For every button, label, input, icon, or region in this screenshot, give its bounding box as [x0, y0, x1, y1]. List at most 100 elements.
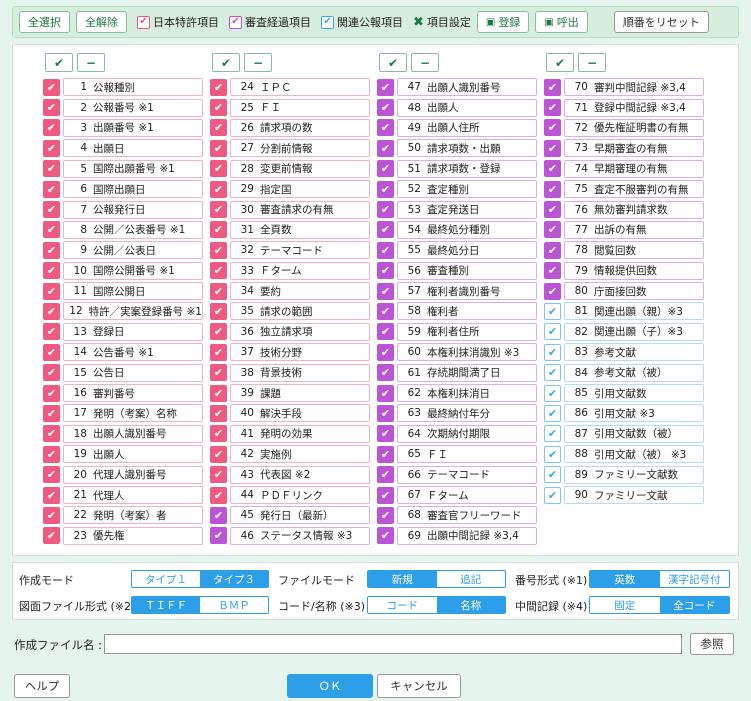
- checkbox[interactable]: ✔: [377, 323, 394, 341]
- checkbox[interactable]: ✔: [377, 119, 394, 137]
- item-row[interactable]: ✔ 53 査定発送日: [377, 199, 537, 219]
- item-row[interactable]: ✔ 85 引用文献数: [544, 383, 704, 403]
- checkbox[interactable]: ✔: [43, 282, 60, 300]
- checkbox[interactable]: ✔: [544, 364, 561, 382]
- cancel-button[interactable]: キャンセル: [377, 674, 461, 698]
- column-check-all-button[interactable]: ✔: [45, 53, 73, 72]
- checkbox[interactable]: ✔: [544, 221, 561, 239]
- checkbox[interactable]: ✔: [43, 221, 60, 239]
- checkbox[interactable]: ✔: [377, 466, 394, 484]
- item-row[interactable]: ✔ 69 出願中間記録 ※3,4: [377, 526, 537, 546]
- item-row[interactable]: ✔ 25 ＦＩ: [210, 97, 370, 117]
- browse-button[interactable]: 参照: [690, 633, 734, 655]
- item-row[interactable]: ✔ 51 請求項数・登録: [377, 159, 537, 179]
- item-row[interactable]: ✔ 52 査定種別: [377, 179, 537, 199]
- item-row[interactable]: ✔ 13 登録日: [43, 322, 203, 342]
- column-uncheck-all-button[interactable]: −: [77, 53, 105, 72]
- checkbox[interactable]: ✔: [377, 201, 394, 219]
- checkbox[interactable]: ✔: [377, 99, 394, 117]
- item-row[interactable]: ✔ 30 審査請求の有無: [210, 199, 370, 219]
- checkbox[interactable]: ✔: [544, 180, 561, 198]
- item-row[interactable]: ✔ 77 出訴の有無: [544, 220, 704, 240]
- reset-order-button[interactable]: 順番をリセット: [613, 11, 709, 33]
- checkbox[interactable]: ✔: [43, 139, 60, 157]
- item-row[interactable]: ✔ 56 審査種別: [377, 261, 537, 281]
- checkbox[interactable]: ✔: [210, 404, 227, 422]
- item-row[interactable]: ✔ 19 出願人: [43, 444, 203, 464]
- recall-button[interactable]: ▣ 呼出: [535, 11, 588, 33]
- checkbox[interactable]: ✔: [377, 221, 394, 239]
- checkbox[interactable]: ✔: [210, 506, 227, 524]
- item-row[interactable]: ✔ 11 国際公開日: [43, 281, 203, 301]
- item-row[interactable]: ✔ 2 公報番号 ※1: [43, 97, 203, 117]
- item-row[interactable]: ✔ 45 発行日（最新）: [210, 505, 370, 525]
- item-row[interactable]: ✔ 74 早期審理の有無: [544, 159, 704, 179]
- file-mode-option[interactable]: 追記: [436, 571, 505, 587]
- item-row[interactable]: ✔ 64 次期納付期限: [377, 424, 537, 444]
- item-row[interactable]: ✔ 89 ファミリー文献数: [544, 464, 704, 484]
- item-row[interactable]: ✔ 26 請求項の数: [210, 118, 370, 138]
- item-row[interactable]: ✔ 63 最終納付年分: [377, 403, 537, 423]
- item-row[interactable]: ✔ 80 庁面接回数: [544, 281, 704, 301]
- checkbox[interactable]: ✔: [43, 323, 60, 341]
- item-row[interactable]: ✔ 17 発明（考案）名称: [43, 403, 203, 423]
- checkbox[interactable]: ✔: [43, 119, 60, 137]
- checkbox[interactable]: ✔: [43, 527, 60, 545]
- item-row[interactable]: ✔ 37 技術分野: [210, 342, 370, 362]
- checkbox[interactable]: ✔: [43, 99, 60, 117]
- register-button[interactable]: ▣ 登録: [476, 11, 530, 33]
- checkbox[interactable]: ✔: [377, 527, 394, 545]
- column-uncheck-all-button[interactable]: −: [244, 53, 272, 72]
- checkbox[interactable]: ✔: [43, 486, 60, 504]
- checkbox[interactable]: ✔: [43, 78, 60, 96]
- item-row[interactable]: ✔ 1 公報種別: [43, 77, 203, 97]
- checkbox[interactable]: ✔: [377, 445, 394, 463]
- item-row[interactable]: ✔ 42 実施例: [210, 444, 370, 464]
- item-row[interactable]: ✔ 48 出願人: [377, 97, 537, 117]
- checkbox[interactable]: ✔: [43, 466, 60, 484]
- item-row[interactable]: ✔ 90 ファミリー文献: [544, 485, 704, 505]
- item-row[interactable]: ✔ 78 閲覧回数: [544, 240, 704, 260]
- item-row[interactable]: ✔ 71 登録中間記録 ※3,4: [544, 97, 704, 117]
- item-row[interactable]: ✔ 23 優先権: [43, 526, 203, 546]
- checkbox[interactable]: ✔: [377, 241, 394, 259]
- checkbox[interactable]: ✔: [210, 241, 227, 259]
- checkbox[interactable]: ✔: [210, 445, 227, 463]
- checkbox[interactable]: ✔: [377, 384, 394, 402]
- item-row[interactable]: ✔ 62 本権利抹消日: [377, 383, 537, 403]
- checkbox[interactable]: ✔: [210, 180, 227, 198]
- checkbox[interactable]: ✔: [377, 486, 394, 504]
- checkbox[interactable]: ✔: [544, 282, 561, 300]
- item-row[interactable]: ✔ 40 解決手段: [210, 403, 370, 423]
- item-row[interactable]: ✔ 34 要約: [210, 281, 370, 301]
- item-row[interactable]: ✔ 32 テーマコード: [210, 240, 370, 260]
- checkbox[interactable]: ✔: [544, 99, 561, 117]
- item-row[interactable]: ✔ 82 関連出願（子）※3: [544, 322, 704, 342]
- item-row[interactable]: ✔ 27 分割前情報: [210, 138, 370, 158]
- checkbox[interactable]: ✔: [210, 323, 227, 341]
- item-row[interactable]: ✔ 72 優先権証明書の有無: [544, 118, 704, 138]
- item-row[interactable]: ✔ 6 国際出願日: [43, 179, 203, 199]
- column-check-all-button[interactable]: ✔: [212, 53, 240, 72]
- checkbox[interactable]: ✔: [210, 119, 227, 137]
- item-row[interactable]: ✔ 49 出願人住所: [377, 118, 537, 138]
- checkbox[interactable]: ✔: [544, 262, 561, 280]
- checkbox[interactable]: ✔: [544, 343, 561, 361]
- checkbox[interactable]: ✔: [377, 343, 394, 361]
- checkbox[interactable]: ✔: [377, 302, 394, 320]
- checkbox[interactable]: ✔: [544, 445, 561, 463]
- deselect-all-button[interactable]: 全解除: [76, 11, 127, 33]
- checkbox[interactable]: ✔: [377, 139, 394, 157]
- item-row[interactable]: ✔ 66 テーマコード: [377, 464, 537, 484]
- checkbox[interactable]: ✔: [43, 160, 60, 178]
- checkbox[interactable]: ✔: [544, 384, 561, 402]
- number-format-option[interactable]: 英数: [590, 571, 660, 587]
- ok-button[interactable]: ＯＫ: [287, 674, 373, 698]
- checkbox[interactable]: ✔: [377, 425, 394, 443]
- checkbox[interactable]: ✔: [43, 404, 60, 422]
- item-row[interactable]: ✔ 3 出願番号 ※1: [43, 118, 203, 138]
- item-row[interactable]: ✔ 35 請求の範囲: [210, 301, 370, 321]
- checkbox[interactable]: ✔: [43, 445, 60, 463]
- column-uncheck-all-button[interactable]: −: [578, 53, 606, 72]
- checkbox[interactable]: ✔: [43, 241, 60, 259]
